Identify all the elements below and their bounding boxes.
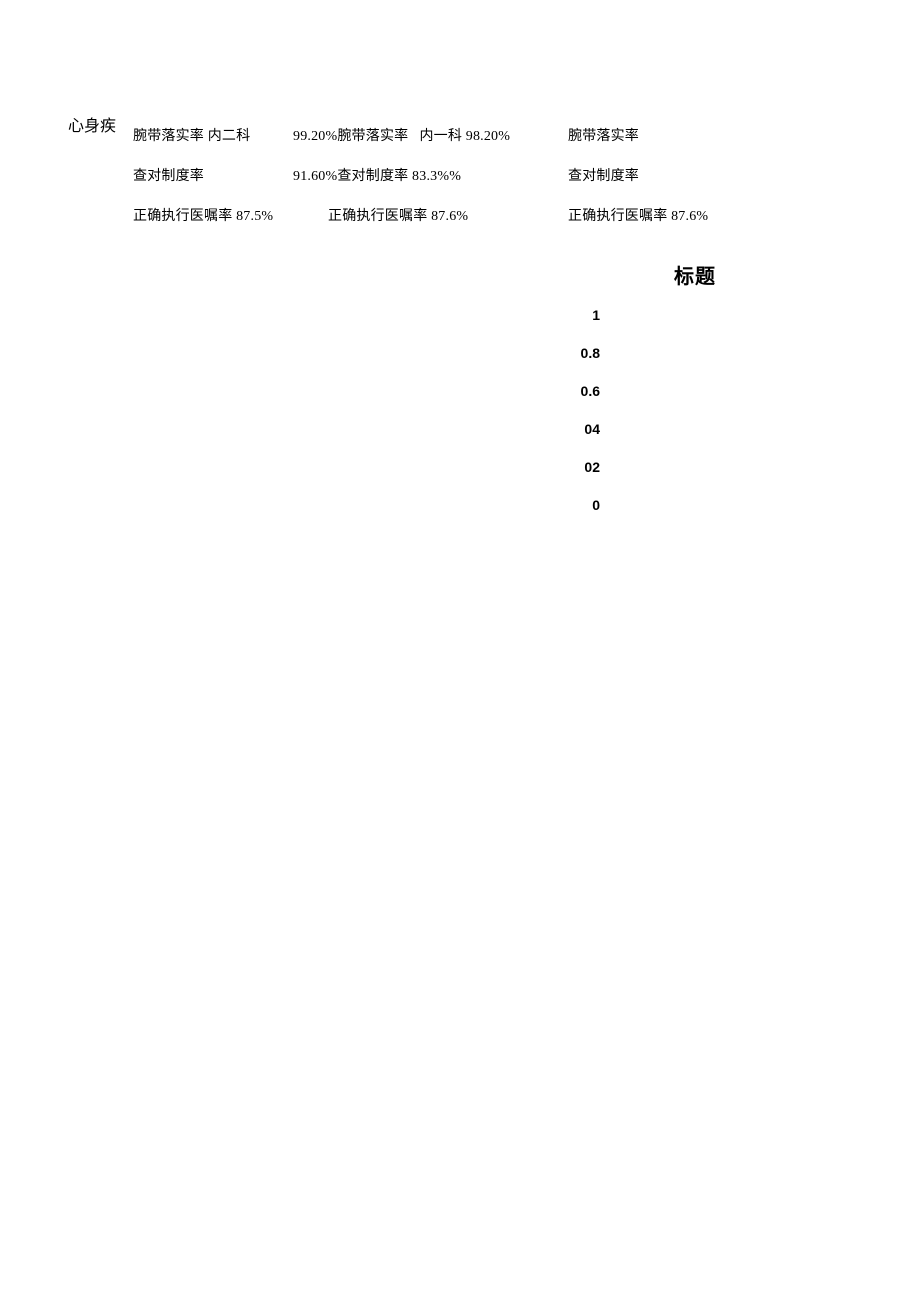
table-row: 腕带落实率 内二科 99.20%腕带落实率 内一科 98.20% 腕带落实率 bbox=[133, 125, 830, 145]
cell-r2-c1: 查对制度率 bbox=[133, 165, 293, 185]
cell-r1-c2: 99.20%腕带落实率 内一科 98.20% bbox=[293, 125, 568, 145]
y-tick: 0.6 bbox=[581, 383, 600, 399]
cell-r3-c3: 正确执行医嘱率 87.6% bbox=[568, 205, 708, 225]
y-tick: 1 bbox=[592, 307, 600, 323]
chart-title: 标题 bbox=[620, 260, 770, 289]
table-row: 查对制度率 91.60%查对制度率 83.3%% 查对制度率 bbox=[133, 165, 830, 185]
table-row: 正确执行医嘱率 87.5% 正确执行医嘱率 87.6% 正确执行医嘱率 87.6… bbox=[133, 205, 830, 225]
cell-r3-c2: 正确执行医嘱率 87.6% bbox=[328, 205, 568, 225]
chart-container: 标题 1 0.8 0.6 04 02 0 bbox=[550, 260, 770, 513]
sidebar-label: 心身疾 bbox=[68, 112, 116, 136]
chart-y-axis: 1 0.8 0.6 04 02 0 bbox=[550, 307, 600, 513]
y-tick: 0.8 bbox=[581, 345, 600, 361]
cell-r1-c1: 腕带落实率 内二科 bbox=[133, 125, 293, 145]
y-tick: 02 bbox=[584, 459, 600, 475]
y-tick: 04 bbox=[584, 421, 600, 437]
cell-r3-c1: 正确执行医嘱率 87.5% bbox=[133, 205, 328, 225]
cell-r2-c2: 91.60%查对制度率 83.3%% bbox=[293, 165, 568, 185]
cell-r1-c3: 腕带落实率 bbox=[568, 125, 639, 145]
cell-r2-c3: 查对制度率 bbox=[568, 165, 639, 185]
y-tick: 0 bbox=[592, 497, 600, 513]
